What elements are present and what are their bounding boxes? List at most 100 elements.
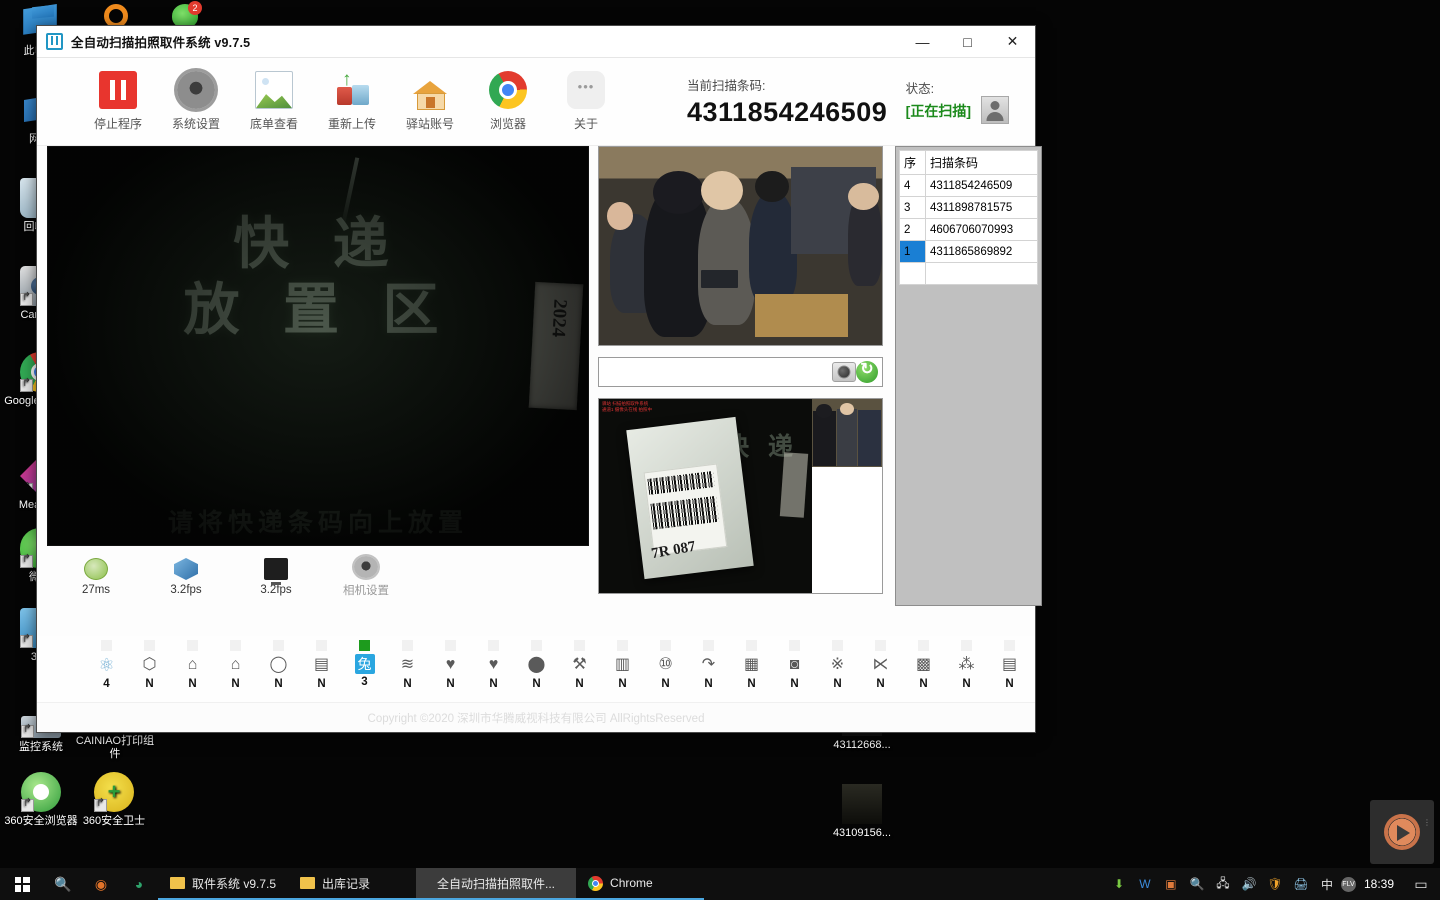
courier-count: N <box>1005 678 1014 690</box>
courier-slot-13[interactable]: ⑩N <box>644 640 687 690</box>
flv-icon[interactable]: FLV <box>1340 876 1356 892</box>
camera-capture-button[interactable] <box>832 362 856 382</box>
courier-slot-16[interactable]: ◙ N <box>773 640 816 690</box>
courier-slot-8[interactable]: ♥ N <box>429 640 472 690</box>
desktop-icon-360-browser[interactable]: 360安全浏览器 <box>2 772 80 828</box>
courier-slot-0[interactable]: ⚛ 4 <box>85 640 128 690</box>
receipt-view-button[interactable]: 底单查看 <box>235 71 313 132</box>
taskbar-item-chrome[interactable]: Chrome <box>576 868 705 900</box>
taskbar-item-pickup-system[interactable]: 取件系统 v9.7.5 <box>158 868 289 900</box>
wps-icon[interactable]: W <box>1133 868 1157 900</box>
stop-program-button[interactable]: 停止程序 <box>79 71 157 132</box>
close-button[interactable]: ✕ <box>990 26 1035 57</box>
courier-slot-10[interactable]: ⬤ N <box>515 640 558 690</box>
courier-company-strip: ⚛ 4 ⬡ N ⌂ N ⌂ N ◯ N ▤ N 兔 3 ≋ N ♥ N ♥ N ⬤ N ⚒ N ▥ N ⑩ N ↷ N ▦ N ◙ N ※ N ⋉ N ▩ N… <box>37 636 1035 702</box>
status-dot <box>187 640 198 651</box>
printer-icon[interactable]: 🖨 <box>1289 868 1313 900</box>
refresh-icon[interactable] <box>856 359 878 383</box>
overview-camera-thumbnail[interactable] <box>598 146 883 346</box>
courier-slot-4[interactable]: ◯ N <box>257 640 300 690</box>
edge-icon[interactable]: ◕ <box>120 868 158 900</box>
table-row[interactable]: 3 4311898781575 <box>899 196 1038 219</box>
courier-slot-1[interactable]: ⬡ N <box>128 640 171 690</box>
widget-handle[interactable]: ⋮ <box>1423 819 1431 827</box>
status-dot <box>961 640 972 651</box>
status-dot <box>531 640 542 651</box>
osd-overlay-text: 驿站 扫描拍照取件系统 通道1 摄像头在线 拍照中 <box>602 401 652 413</box>
status-display: 状态: [正在扫描] <box>906 78 1009 124</box>
ime-icon[interactable]: 中 <box>1315 868 1339 900</box>
table-row[interactable]: 4 4311854246509 <box>899 174 1038 197</box>
copyright-text: Copyright ©2020 深圳市华腾威视科技有限公司 AllRightsR… <box>367 712 705 725</box>
desktop-file-photo-2[interactable]: 43109156... <box>822 784 902 840</box>
download-icon[interactable]: ⬇ <box>1107 868 1131 900</box>
courier-slot-19[interactable]: ▩ N <box>902 640 945 690</box>
photo-file-icon <box>842 784 882 824</box>
scan-list-panel[interactable]: 序 扫描条码 4 4311854246509 3 4311898781575 2… <box>895 146 1042 606</box>
about-button[interactable]: 关于 <box>547 71 625 132</box>
manual-barcode-input[interactable] <box>599 358 832 386</box>
taskbar-item-outbound-record[interactable]: 出库记录 <box>288 868 417 900</box>
courier-count: N <box>747 678 756 690</box>
search-icon[interactable]: 🔍 <box>44 868 82 900</box>
taskbar-label: 全自动扫描拍照取件... <box>437 876 556 891</box>
status-dot <box>101 640 112 651</box>
search-tray-icon[interactable]: 🔍 <box>1185 868 1209 900</box>
security-icon[interactable]: 🛡 <box>1263 868 1287 900</box>
notification-center-icon[interactable]: ▭ <box>1406 868 1436 900</box>
camera-settings-icon <box>354 556 378 578</box>
courier-slot-15[interactable]: ▦ N <box>730 640 773 690</box>
shortcut-overlay-icon <box>20 293 33 306</box>
courier-slot-17[interactable]: ※ N <box>816 640 859 690</box>
window-titlebar[interactable]: 全自动扫描拍照取件系统 v9.7.5 — □ ✕ <box>37 26 1035 58</box>
courier-slot-6[interactable]: 兔3 <box>343 640 386 688</box>
crowd-scene <box>599 147 882 345</box>
courier-slot-20[interactable]: ⁂ N <box>945 640 988 690</box>
courier-slot-5[interactable]: ▤ N <box>300 640 343 690</box>
browser-button[interactable]: 浏览器 <box>469 71 547 132</box>
taskbar-clock[interactable]: 18:39 <box>1358 877 1404 891</box>
chrome-icon <box>489 71 527 109</box>
tool-label: 浏览器 <box>489 117 526 131</box>
courier-slot-11[interactable]: ⚒ N <box>558 640 601 690</box>
floating-media-widget[interactable]: ⋮ <box>1370 800 1434 864</box>
angle-icon: ⋉ <box>872 656 889 673</box>
minimize-button[interactable]: — <box>900 26 945 57</box>
live-view-column: 快 递 放 置 区 请将快递条码向上放置 27ms 3.2fps <box>47 146 589 608</box>
table-row[interactable]: 2 4606706070993 <box>899 218 1038 241</box>
live-camera-view[interactable]: 快 递 放 置 区 请将快递条码向上放置 <box>47 146 589 546</box>
network-tray-icon[interactable]: 🖧 <box>1211 868 1235 900</box>
camera-settings-button[interactable]: 相机设置 <box>335 556 397 598</box>
volume-icon[interactable]: 🔊 <box>1237 868 1261 900</box>
tool-label: 重新上传 <box>327 117 376 131</box>
photo-tool-icon[interactable]: ▣ <box>1159 868 1183 900</box>
cortana-icon[interactable]: ◉ <box>82 868 120 900</box>
desktop-file-label: 43112668... <box>833 739 891 751</box>
courier-slot-21[interactable]: ▤ N <box>988 640 1031 690</box>
courier-slot-3[interactable]: ⌂ N <box>214 640 257 690</box>
taskbar-item-scan-app[interactable]: 全自动扫描拍照取件... <box>416 868 577 900</box>
main-toolbar: 停止程序 系统设置 底单查看 ↑ 重新上传 驿站账号 浏览器 关于 当前扫描条码… <box>37 58 1035 146</box>
system-settings-button[interactable]: 系统设置 <box>157 67 235 132</box>
table-row-selected[interactable]: 1 4311865869892 <box>899 240 1038 263</box>
desktop-icon-360-guard[interactable]: + 360安全卫士 <box>75 772 153 828</box>
row-barcode: 4606706070993 <box>925 218 1038 241</box>
maximize-button[interactable]: □ <box>945 26 990 57</box>
courier-slot-18[interactable]: ⋉ N <box>859 640 902 690</box>
courier-slot-7[interactable]: ≋ N <box>386 640 429 690</box>
reupload-button[interactable]: ↑ 重新上传 <box>313 69 391 132</box>
courier-slot-12[interactable]: ▥ N <box>601 640 644 690</box>
captured-photo-thumbnail[interactable]: 驿站 扫描拍照取件系统 通道1 摄像头在线 拍照中 快 递 7R 087 <box>598 398 883 594</box>
start-button[interactable] <box>0 868 44 900</box>
courier-slot-14[interactable]: ↷ N <box>687 640 730 690</box>
courier-slot-9[interactable]: ♥ N <box>472 640 515 690</box>
taskbar-label: 取件系统 v9.7.5 <box>192 876 277 891</box>
windows-taskbar: 🔍 ◉ ◕ 取件系统 v9.7.5 出库记录 全自动扫描拍照取件... Chro… <box>0 868 1440 900</box>
table-row-empty[interactable] <box>899 262 1038 285</box>
user-avatar[interactable] <box>981 96 1009 124</box>
station-account-button[interactable]: 驿站账号 <box>391 71 469 132</box>
stop-icon <box>99 71 137 109</box>
status-label: 状态: <box>905 82 935 96</box>
grid-c-icon: ▤ <box>1001 656 1018 673</box>
courier-slot-2[interactable]: ⌂ N <box>171 640 214 690</box>
